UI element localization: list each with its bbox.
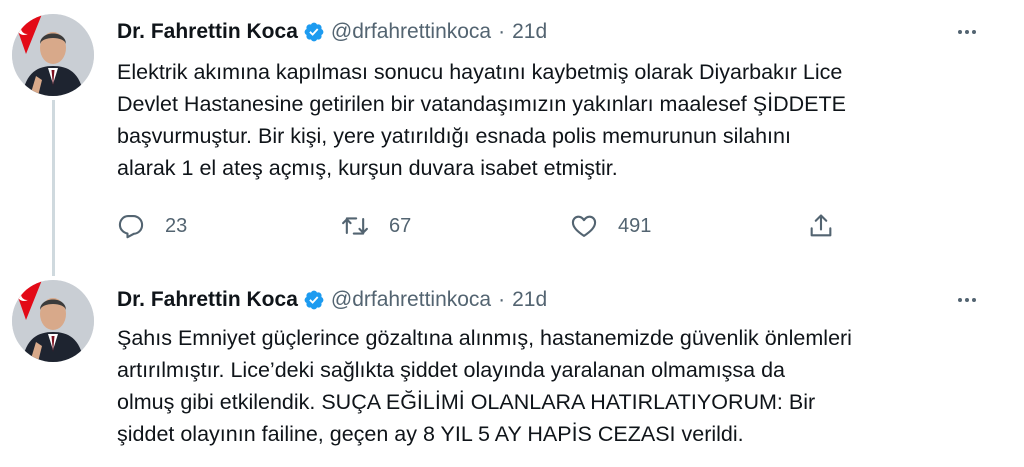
retweet-button[interactable]: 67 [341,208,411,244]
thread-connector-line [52,100,55,276]
tweet-2[interactable]: Dr. Fahrettin Koca @drfahrettinkoca · 21… [0,268,1024,467]
verified-badge-icon [303,21,325,43]
author-handle[interactable]: @drfahrettinkoca [331,20,491,44]
avatar-image [12,14,94,96]
like-heart-icon [570,212,598,240]
reply-icon [117,212,145,240]
tweet-header: Dr. Fahrettin Koca @drfahrettinkoca · 21… [117,16,547,48]
like-button[interactable]: 491 [570,208,651,244]
like-count: 491 [618,214,652,237]
tweet-text-line: Elektrik akımına kapılması sonucu hayatı… [117,60,843,84]
more-options-icon[interactable] [954,19,980,45]
tweet-text-line: alarak 1 el ateş açmış, kurşun duvara is… [117,156,618,180]
tweet-text: Elektrik akımına kapılması sonucu hayatı… [117,56,997,184]
tweet-text-line: Şahıs Emniyet güçlerince gözaltına alınm… [117,326,852,350]
verified-badge-icon [303,289,325,311]
tweet-timestamp[interactable]: 21d [512,288,547,312]
tweet-header: Dr. Fahrettin Koca @drfahrettinkoca · 21… [117,284,547,316]
avatar[interactable] [12,280,94,362]
author-name[interactable]: Dr. Fahrettin Koca [117,20,298,44]
share-icon [807,212,835,240]
tweet-text: Şahıs Emniyet güçlerince gözaltına alınm… [117,322,997,450]
tweet-1[interactable]: Dr. Fahrettin Koca @drfahrettinkoca · 21… [0,0,1024,276]
tweet-text-line: başvurmuştur. Bir kişi, yere yatırıldığı… [117,124,791,148]
retweet-icon [341,212,369,240]
retweet-count: 67 [389,214,412,237]
tweet-actions: 23 67 491 [117,208,857,244]
tweet-text-line: olmuş gibi etkilendik. SUÇA EĞİLİMİ OLAN… [117,390,816,414]
avatar-image [12,280,94,362]
tweet-text-line: artırılmıştır. Lice’deki sağlıkta şiddet… [117,358,786,382]
share-button[interactable] [807,208,835,244]
header-separator: · [498,20,506,43]
avatar[interactable] [12,14,94,96]
tweet-text-line: Devlet Hastanesine getirilen bir vatanda… [117,92,846,116]
reply-count: 23 [165,214,188,237]
author-handle[interactable]: @drfahrettinkoca [331,288,491,312]
header-separator: · [498,288,506,311]
tweet-timestamp[interactable]: 21d [512,20,547,44]
reply-button[interactable]: 23 [117,208,187,244]
author-name[interactable]: Dr. Fahrettin Koca [117,288,298,312]
tweet-text-line: şiddet olayının failine, geçen ay 8 YIL … [117,422,744,446]
more-options-icon[interactable] [954,287,980,313]
